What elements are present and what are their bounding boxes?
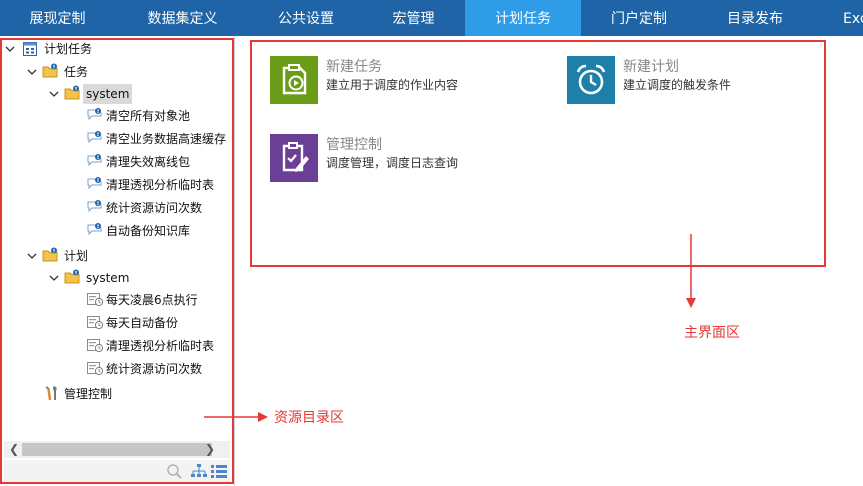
main-area-label: 主界面区 [684,325,740,341]
down-arrow-icon [686,234,696,308]
resource-area-label: 资源目录区 [274,410,344,426]
resource-area-highlight [0,38,234,484]
tab-common-settings[interactable]: 公共设置 [250,0,362,36]
tab-scheduled-tasks[interactable]: 计划任务 [465,0,581,36]
tab-report-design[interactable]: 展现定制 [0,0,115,36]
right-arrow-icon [204,412,268,422]
main-area-highlight [250,40,826,267]
top-nav: 展现定制 数据集定义 公共设置 宏管理 计划任务 门户定制 目录发布 Exc [0,0,863,36]
tab-excel-truncated[interactable]: Exc [813,0,863,36]
tab-macro-management[interactable]: 宏管理 [362,0,465,36]
tab-dataset-definition[interactable]: 数据集定义 [115,0,250,36]
tab-catalog-publish[interactable]: 目录发布 [697,0,813,36]
tab-portal-design[interactable]: 门户定制 [581,0,697,36]
